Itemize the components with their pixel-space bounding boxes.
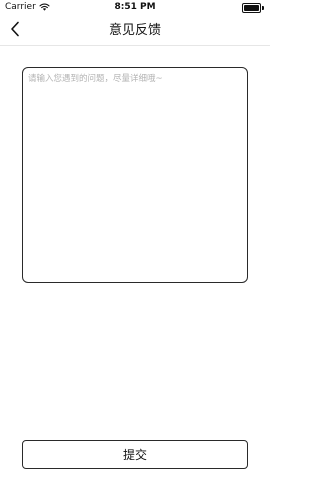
feedback-screen: Carrier 8:51 PM 意见反馈 请输入您遇到的问题，尽量详细哦~ 提交 [0,0,270,480]
submit-button[interactable]: 提交 [22,440,248,469]
submit-button-label: 提交 [122,448,147,462]
back-button[interactable] [2,18,28,44]
battery-shell [242,3,261,13]
status-time: 8:51 PM [114,2,156,12]
page-title: 意见反馈 [108,23,161,38]
battery-fill [244,5,259,11]
chevron-left-icon [10,21,20,41]
feedback-textarea[interactable] [28,73,242,277]
status-bar: Carrier 8:51 PM [0,0,270,16]
feedback-input-container [22,67,248,283]
navigation-bar: 意见反馈 [0,16,270,46]
battery-icon [242,3,264,13]
battery-nub [262,6,264,10]
